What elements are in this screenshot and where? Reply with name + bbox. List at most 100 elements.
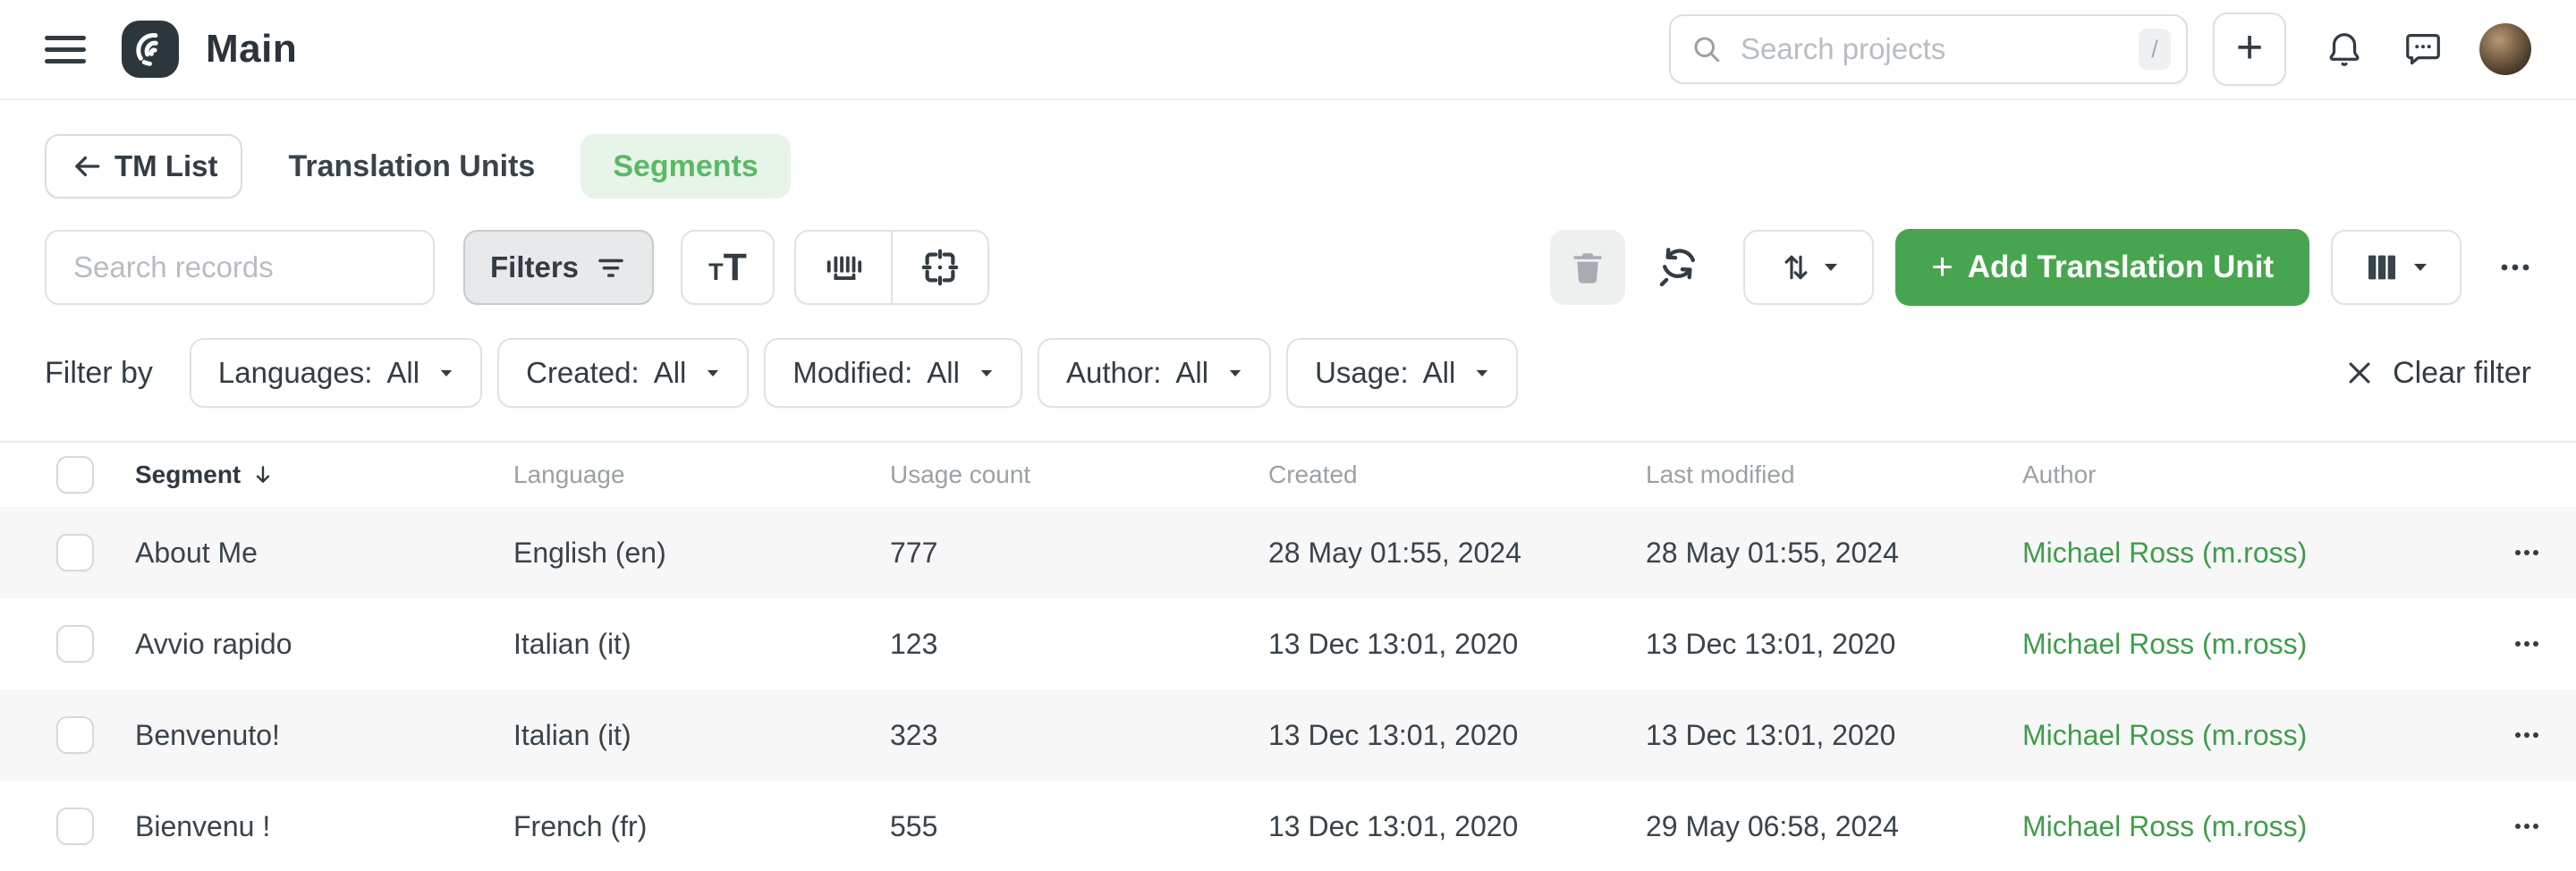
column-header-created[interactable]: Created [1268, 461, 1646, 489]
filter-pill-name: Modified: [792, 356, 912, 390]
text-size-icon: TT [708, 246, 747, 290]
columns-icon [2364, 249, 2400, 285]
row-checkbox[interactable] [56, 808, 94, 845]
filter-pill-modified[interactable]: Modified: All [764, 338, 1022, 408]
project-search[interactable]: / [1669, 14, 2188, 84]
cell-language: Italian (it) [513, 628, 890, 661]
add-translation-unit-button[interactable]: + Add Translation Unit [1895, 229, 2309, 306]
row-more-options-icon[interactable] [2513, 548, 2540, 557]
cell-language: Italian (it) [513, 719, 890, 752]
trash-icon [1568, 248, 1607, 287]
search-replace-icon[interactable] [1656, 244, 1702, 291]
cell-created: 13 Dec 13:01, 2020 [1268, 719, 1646, 752]
delete-button[interactable] [1550, 230, 1625, 305]
cell-last-modified: 13 Dec 13:01, 2020 [1646, 719, 2022, 752]
chevron-down-icon [979, 368, 994, 378]
filter-pill-languages[interactable]: Languages: All [190, 338, 482, 408]
sort-desc-arrow-icon [251, 463, 275, 486]
filter-pill-value: All [1423, 356, 1456, 390]
cell-segment: Benvenuto! [135, 719, 513, 752]
column-header-author[interactable]: Author [2022, 461, 2442, 489]
more-options-icon[interactable] [2499, 262, 2531, 273]
cell-usage-count: 323 [890, 719, 1268, 752]
notifications-bell-icon[interactable] [2324, 29, 2365, 70]
column-header-segment[interactable]: Segment [135, 461, 513, 489]
row-checkbox[interactable] [56, 534, 94, 571]
cell-usage-count: 555 [890, 810, 1268, 843]
create-project-button[interactable]: + [2213, 13, 2286, 86]
sort-dropdown-button[interactable] [1743, 230, 1874, 305]
filter-pill-name: Usage: [1315, 356, 1409, 390]
filter-by-label: Filter by [45, 356, 153, 391]
plus-icon: + [1931, 248, 1953, 285]
row-more-options-icon[interactable] [2513, 731, 2540, 740]
cell-author-link[interactable]: Michael Ross (m.ross) [2022, 628, 2442, 661]
cell-segment: Avvio rapido [135, 628, 513, 661]
back-button-label: TM List [114, 149, 217, 183]
filter-pill-value: All [1175, 356, 1208, 390]
tab-segments[interactable]: Segments [580, 134, 791, 199]
filter-lines-icon [595, 251, 627, 283]
focus-frame-button[interactable] [893, 232, 987, 303]
cell-author-link[interactable]: Michael Ross (m.ross) [2022, 537, 2442, 570]
filter-pill-created[interactable]: Created: All [497, 338, 749, 408]
filter-pills: Languages: All Created: All Modified: Al… [174, 338, 1518, 408]
cell-created: 13 Dec 13:01, 2020 [1268, 628, 1646, 661]
chevron-down-icon [1823, 262, 1839, 273]
logo-swirl-icon [131, 30, 170, 69]
filter-pill-usage[interactable]: Usage: All [1286, 338, 1518, 408]
tabs-bar: TM List Translation Units Segments [0, 134, 2576, 199]
column-header-usage-count[interactable]: Usage count [890, 461, 1268, 489]
columns-dropdown-button[interactable] [2331, 230, 2462, 305]
search-icon [1690, 33, 1723, 65]
cell-created: 28 May 01:55, 2024 [1268, 537, 1646, 570]
row-more-options-icon[interactable] [2513, 639, 2540, 648]
view-mode-group [794, 230, 989, 305]
back-to-tm-list-button[interactable]: TM List [45, 134, 242, 199]
focus-frame-icon [919, 247, 961, 288]
top-bar: Main / + [0, 0, 2576, 100]
column-header-last-modified[interactable]: Last modified [1646, 461, 2022, 489]
row-more-options-icon[interactable] [2513, 822, 2540, 831]
plus-icon: + [2236, 24, 2263, 71]
filter-pill-name: Author: [1066, 356, 1161, 390]
clear-filter-button[interactable]: Clear filter [2344, 356, 2531, 391]
cell-language: English (en) [513, 537, 890, 570]
row-checkbox[interactable] [56, 625, 94, 663]
cell-usage-count: 123 [890, 628, 1268, 661]
arrow-left-icon [70, 149, 104, 183]
filters-button[interactable]: Filters [463, 230, 654, 305]
table-row[interactable]: About Me English (en) 777 28 May 01:55, … [0, 507, 2576, 598]
text-size-button[interactable]: TT [681, 230, 775, 305]
sort-arrows-icon [1778, 249, 1814, 285]
filter-pill-author[interactable]: Author: All [1038, 338, 1271, 408]
chevron-down-icon [1475, 368, 1489, 378]
clear-filter-label: Clear filter [2393, 356, 2531, 391]
chevron-down-icon [1228, 368, 1242, 378]
records-search-input[interactable] [72, 249, 408, 285]
tab-translation-units[interactable]: Translation Units [288, 149, 535, 184]
barcode-icon [823, 247, 864, 288]
cell-usage-count: 777 [890, 537, 1268, 570]
row-checkbox[interactable] [56, 716, 94, 754]
filter-bar: Filter by Languages: All Created: All Mo… [0, 338, 2576, 408]
cell-last-modified: 29 May 06:58, 2024 [1646, 810, 2022, 843]
feedback-comment-icon[interactable] [2402, 29, 2444, 70]
project-search-input[interactable] [1739, 31, 2123, 67]
records-search[interactable] [45, 230, 435, 305]
table-row[interactable]: Avvio rapido Italian (it) 123 13 Dec 13:… [0, 598, 2576, 689]
barcode-view-button[interactable] [796, 232, 891, 303]
user-avatar[interactable] [2479, 23, 2531, 75]
filter-pill-name: Created: [526, 356, 640, 390]
menu-icon[interactable] [45, 31, 91, 67]
cell-author-link[interactable]: Michael Ross (m.ross) [2022, 719, 2442, 752]
table-header: Segment Language Usage count Created Las… [0, 443, 2576, 507]
cell-author-link[interactable]: Michael Ross (m.ross) [2022, 810, 2442, 843]
table-row[interactable]: Benvenuto! Italian (it) 323 13 Dec 13:01… [0, 689, 2576, 781]
table-row[interactable]: Bienvenu ! French (fr) 555 13 Dec 13:01,… [0, 781, 2576, 871]
filters-button-label: Filters [490, 250, 579, 284]
select-all-checkbox[interactable] [56, 456, 94, 494]
column-header-language[interactable]: Language [513, 461, 890, 489]
app-logo[interactable] [122, 21, 179, 78]
cell-created: 13 Dec 13:01, 2020 [1268, 810, 1646, 843]
